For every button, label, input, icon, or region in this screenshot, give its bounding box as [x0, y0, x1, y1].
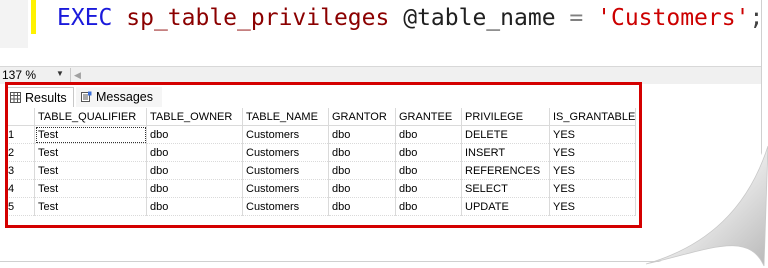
editor-gutter: [0, 0, 28, 48]
query-line[interactable]: EXEC sp_table_privileges @table_name = '…: [57, 3, 762, 33]
parameter-name: @table_name: [403, 5, 556, 31]
zoom-separator: [70, 68, 71, 83]
zoom-value: 137 %: [2, 68, 37, 82]
scroll-left-icon[interactable]: ◀: [74, 70, 81, 81]
exec-keyword: EXEC: [57, 5, 113, 31]
string-literal: 'Customers': [597, 5, 750, 31]
chevron-down-icon[interactable]: ▼: [56, 69, 64, 78]
equals-operator: =: [569, 5, 584, 31]
highlight-box: [5, 82, 642, 228]
procedure-name: sp_table_privileges: [126, 5, 390, 31]
query-editor[interactable]: EXEC sp_table_privileges @table_name = '…: [0, 0, 762, 48]
page-curl-decoration: [638, 138, 768, 268]
change-indicator-bar: [31, 0, 36, 34]
statement-terminator: ;: [749, 5, 762, 31]
